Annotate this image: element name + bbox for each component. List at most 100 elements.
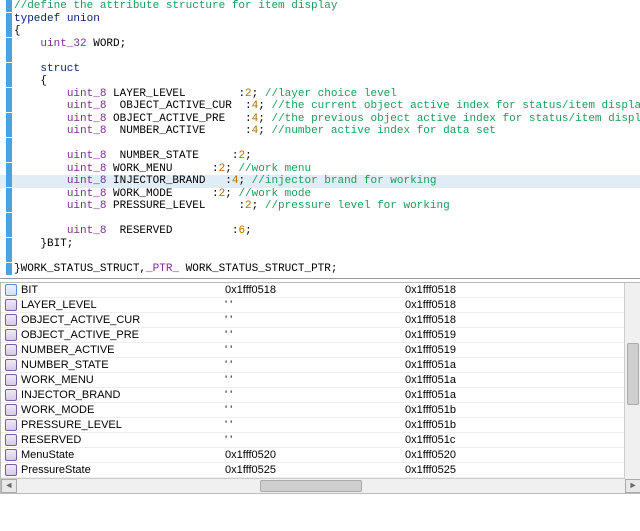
watch-row-value[interactable]: ' ' bbox=[221, 388, 401, 403]
code-line[interactable]: uint_8 INJECTOR_BRAND :4; //injector bra… bbox=[0, 175, 640, 188]
gutter bbox=[6, 125, 12, 137]
code-token: OBJECT_ACTIVE_PRE : bbox=[106, 113, 251, 125]
watch-row-name[interactable]: OBJECT_ACTIVE_PRE bbox=[1, 328, 221, 343]
code-line[interactable]: uint_8 NUMBER_STATE :2; bbox=[0, 150, 640, 163]
code-token bbox=[14, 250, 21, 262]
field-icon bbox=[5, 344, 17, 356]
code-line[interactable]: uint_8 WORK_MENU :2; //work menu bbox=[0, 163, 640, 176]
watch-name-text: RESERVED bbox=[21, 434, 81, 446]
code-line[interactable]: uint_8 PRESSURE_LEVEL :2; //pressure lev… bbox=[0, 200, 640, 213]
code-line[interactable]: { bbox=[0, 25, 640, 38]
watch-name-text: BIT bbox=[21, 284, 38, 296]
code-token: ; bbox=[252, 88, 265, 100]
scroll-left-button[interactable]: ◄ bbox=[1, 479, 17, 493]
gutter bbox=[6, 88, 12, 100]
watch-row-value[interactable]: 0x1fff0525 bbox=[221, 463, 401, 478]
watch-row-address: 0x1fff0520 bbox=[401, 448, 640, 463]
code-line[interactable]: uint_8 WORK_MODE :2; //work mode bbox=[0, 188, 640, 201]
code-token: ; bbox=[258, 125, 271, 137]
watch-row-value[interactable]: ' ' bbox=[221, 403, 401, 418]
code-line[interactable]: }BIT; bbox=[0, 238, 640, 251]
code-token: ; bbox=[245, 150, 252, 162]
gutter bbox=[6, 188, 12, 200]
gutter bbox=[6, 25, 12, 37]
code-line[interactable]: uint_8 LAYER_LEVEL :2; //layer choice le… bbox=[0, 88, 640, 101]
code-line[interactable] bbox=[0, 213, 640, 226]
code-line[interactable] bbox=[0, 138, 640, 151]
watch-row-address: 0x1fff0525 bbox=[401, 463, 640, 478]
watch-row-name[interactable]: INJECTOR_BRAND bbox=[1, 388, 221, 403]
field-icon bbox=[5, 374, 17, 386]
field-icon bbox=[5, 404, 17, 416]
code-token: uint_8 bbox=[67, 225, 107, 237]
code-line[interactable]: struct bbox=[0, 63, 640, 76]
code-token: WORD; bbox=[87, 38, 127, 50]
code-token: //define the attribute structure for ite… bbox=[14, 0, 337, 12]
code-token: RESERVED : bbox=[106, 225, 238, 237]
code-token: uint_8 bbox=[67, 188, 107, 200]
watch-row-value[interactable]: ' ' bbox=[221, 328, 401, 343]
scrollbar-track[interactable] bbox=[17, 480, 625, 492]
watch-name-text: WORK_MODE bbox=[21, 404, 94, 416]
code-token: ; bbox=[238, 175, 251, 187]
code-line[interactable]: uint_8 OBJECT_ACTIVE_CUR :4; //the curre… bbox=[0, 100, 640, 113]
code-line[interactable]: //define the attribute structure for ite… bbox=[0, 0, 640, 13]
code-token: //pressure level for working bbox=[265, 200, 450, 212]
watch-panel: BIT0x1fff05180x1fff0518LAYER_LEVEL' '0x1… bbox=[0, 282, 640, 494]
code-line[interactable]: uint_8 RESERVED :6; bbox=[0, 225, 640, 238]
watch-row-name[interactable]: RESERVED bbox=[1, 433, 221, 448]
watch-row-value[interactable]: ' ' bbox=[221, 358, 401, 373]
watch-row-name[interactable]: WORK_MODE bbox=[1, 403, 221, 418]
watch-row-name[interactable]: BIT bbox=[1, 283, 221, 298]
code-line[interactable]: uint_32 WORD; bbox=[0, 38, 640, 51]
watch-row-name[interactable]: WORK_MENU bbox=[1, 373, 221, 388]
watch-row-name[interactable]: NUMBER_ACTIVE bbox=[1, 343, 221, 358]
gutter bbox=[6, 63, 12, 75]
watch-row-name[interactable]: PressureState bbox=[1, 463, 221, 478]
scrollbar-thumb[interactable] bbox=[260, 480, 362, 492]
scroll-right-button[interactable]: ► bbox=[625, 479, 640, 493]
gutter bbox=[6, 163, 12, 175]
code-line[interactable]: }WORK_STATUS_STRUCT,_PTR_ WORK_STATUS_ST… bbox=[0, 263, 640, 276]
watch-name-text: OBJECT_ACTIVE_PRE bbox=[21, 329, 139, 341]
code-token: _PTR_ bbox=[146, 263, 179, 275]
watch-row-value[interactable]: ' ' bbox=[221, 298, 401, 313]
split-bar[interactable] bbox=[0, 278, 640, 279]
code-token: struct bbox=[40, 63, 80, 75]
watch-row-value[interactable]: ' ' bbox=[221, 418, 401, 433]
code-line[interactable]: { bbox=[0, 75, 640, 88]
watch-row-value[interactable]: ' ' bbox=[221, 343, 401, 358]
code-line[interactable]: uint_8 OBJECT_ACTIVE_PRE :4; //the previ… bbox=[0, 113, 640, 126]
watch-name-text: INJECTOR_BRAND bbox=[21, 389, 120, 401]
field-icon bbox=[5, 359, 17, 371]
code-editor[interactable]: //define the attribute structure for ite… bbox=[0, 0, 640, 275]
watch-row-name[interactable]: OBJECT_ACTIVE_CUR bbox=[1, 313, 221, 328]
watch-row-value[interactable]: ' ' bbox=[221, 373, 401, 388]
code-token: ; bbox=[225, 188, 238, 200]
code-line[interactable]: uint_8 NUMBER_ACTIVE :4; //number active… bbox=[0, 125, 640, 138]
watch-row-value[interactable]: 0x1fff0518 bbox=[221, 283, 401, 298]
code-token: ; bbox=[225, 163, 238, 175]
code-token: WORK_MENU : bbox=[106, 163, 218, 175]
code-token: WORK_STATUS_STRUCT_PTR; bbox=[179, 263, 337, 275]
horizontal-scrollbar[interactable]: ◄ ► bbox=[1, 478, 640, 493]
watch-row-name[interactable]: MenuState bbox=[1, 448, 221, 463]
watch-row-value[interactable]: ' ' bbox=[221, 313, 401, 328]
scrollbar-thumb[interactable] bbox=[627, 343, 639, 405]
vertical-scrollbar[interactable] bbox=[624, 283, 640, 479]
watch-name-text: PressureState bbox=[21, 464, 91, 476]
field-icon bbox=[5, 464, 17, 476]
gutter bbox=[6, 50, 12, 62]
code-line[interactable] bbox=[0, 50, 640, 63]
watch-row-name[interactable]: LAYER_LEVEL bbox=[1, 298, 221, 313]
code-line[interactable]: typedef union bbox=[0, 13, 640, 26]
watch-row-address: 0x1fff051a bbox=[401, 358, 640, 373]
code-line[interactable] bbox=[0, 250, 640, 263]
watch-row-name[interactable]: PRESSURE_LEVEL bbox=[1, 418, 221, 433]
watch-row-name[interactable]: NUMBER_STATE bbox=[1, 358, 221, 373]
watch-row-value[interactable]: ' ' bbox=[221, 433, 401, 448]
gutter bbox=[6, 225, 12, 237]
code-token: typedef bbox=[14, 13, 60, 25]
watch-row-value[interactable]: 0x1fff0520 bbox=[221, 448, 401, 463]
field-icon bbox=[5, 419, 17, 431]
